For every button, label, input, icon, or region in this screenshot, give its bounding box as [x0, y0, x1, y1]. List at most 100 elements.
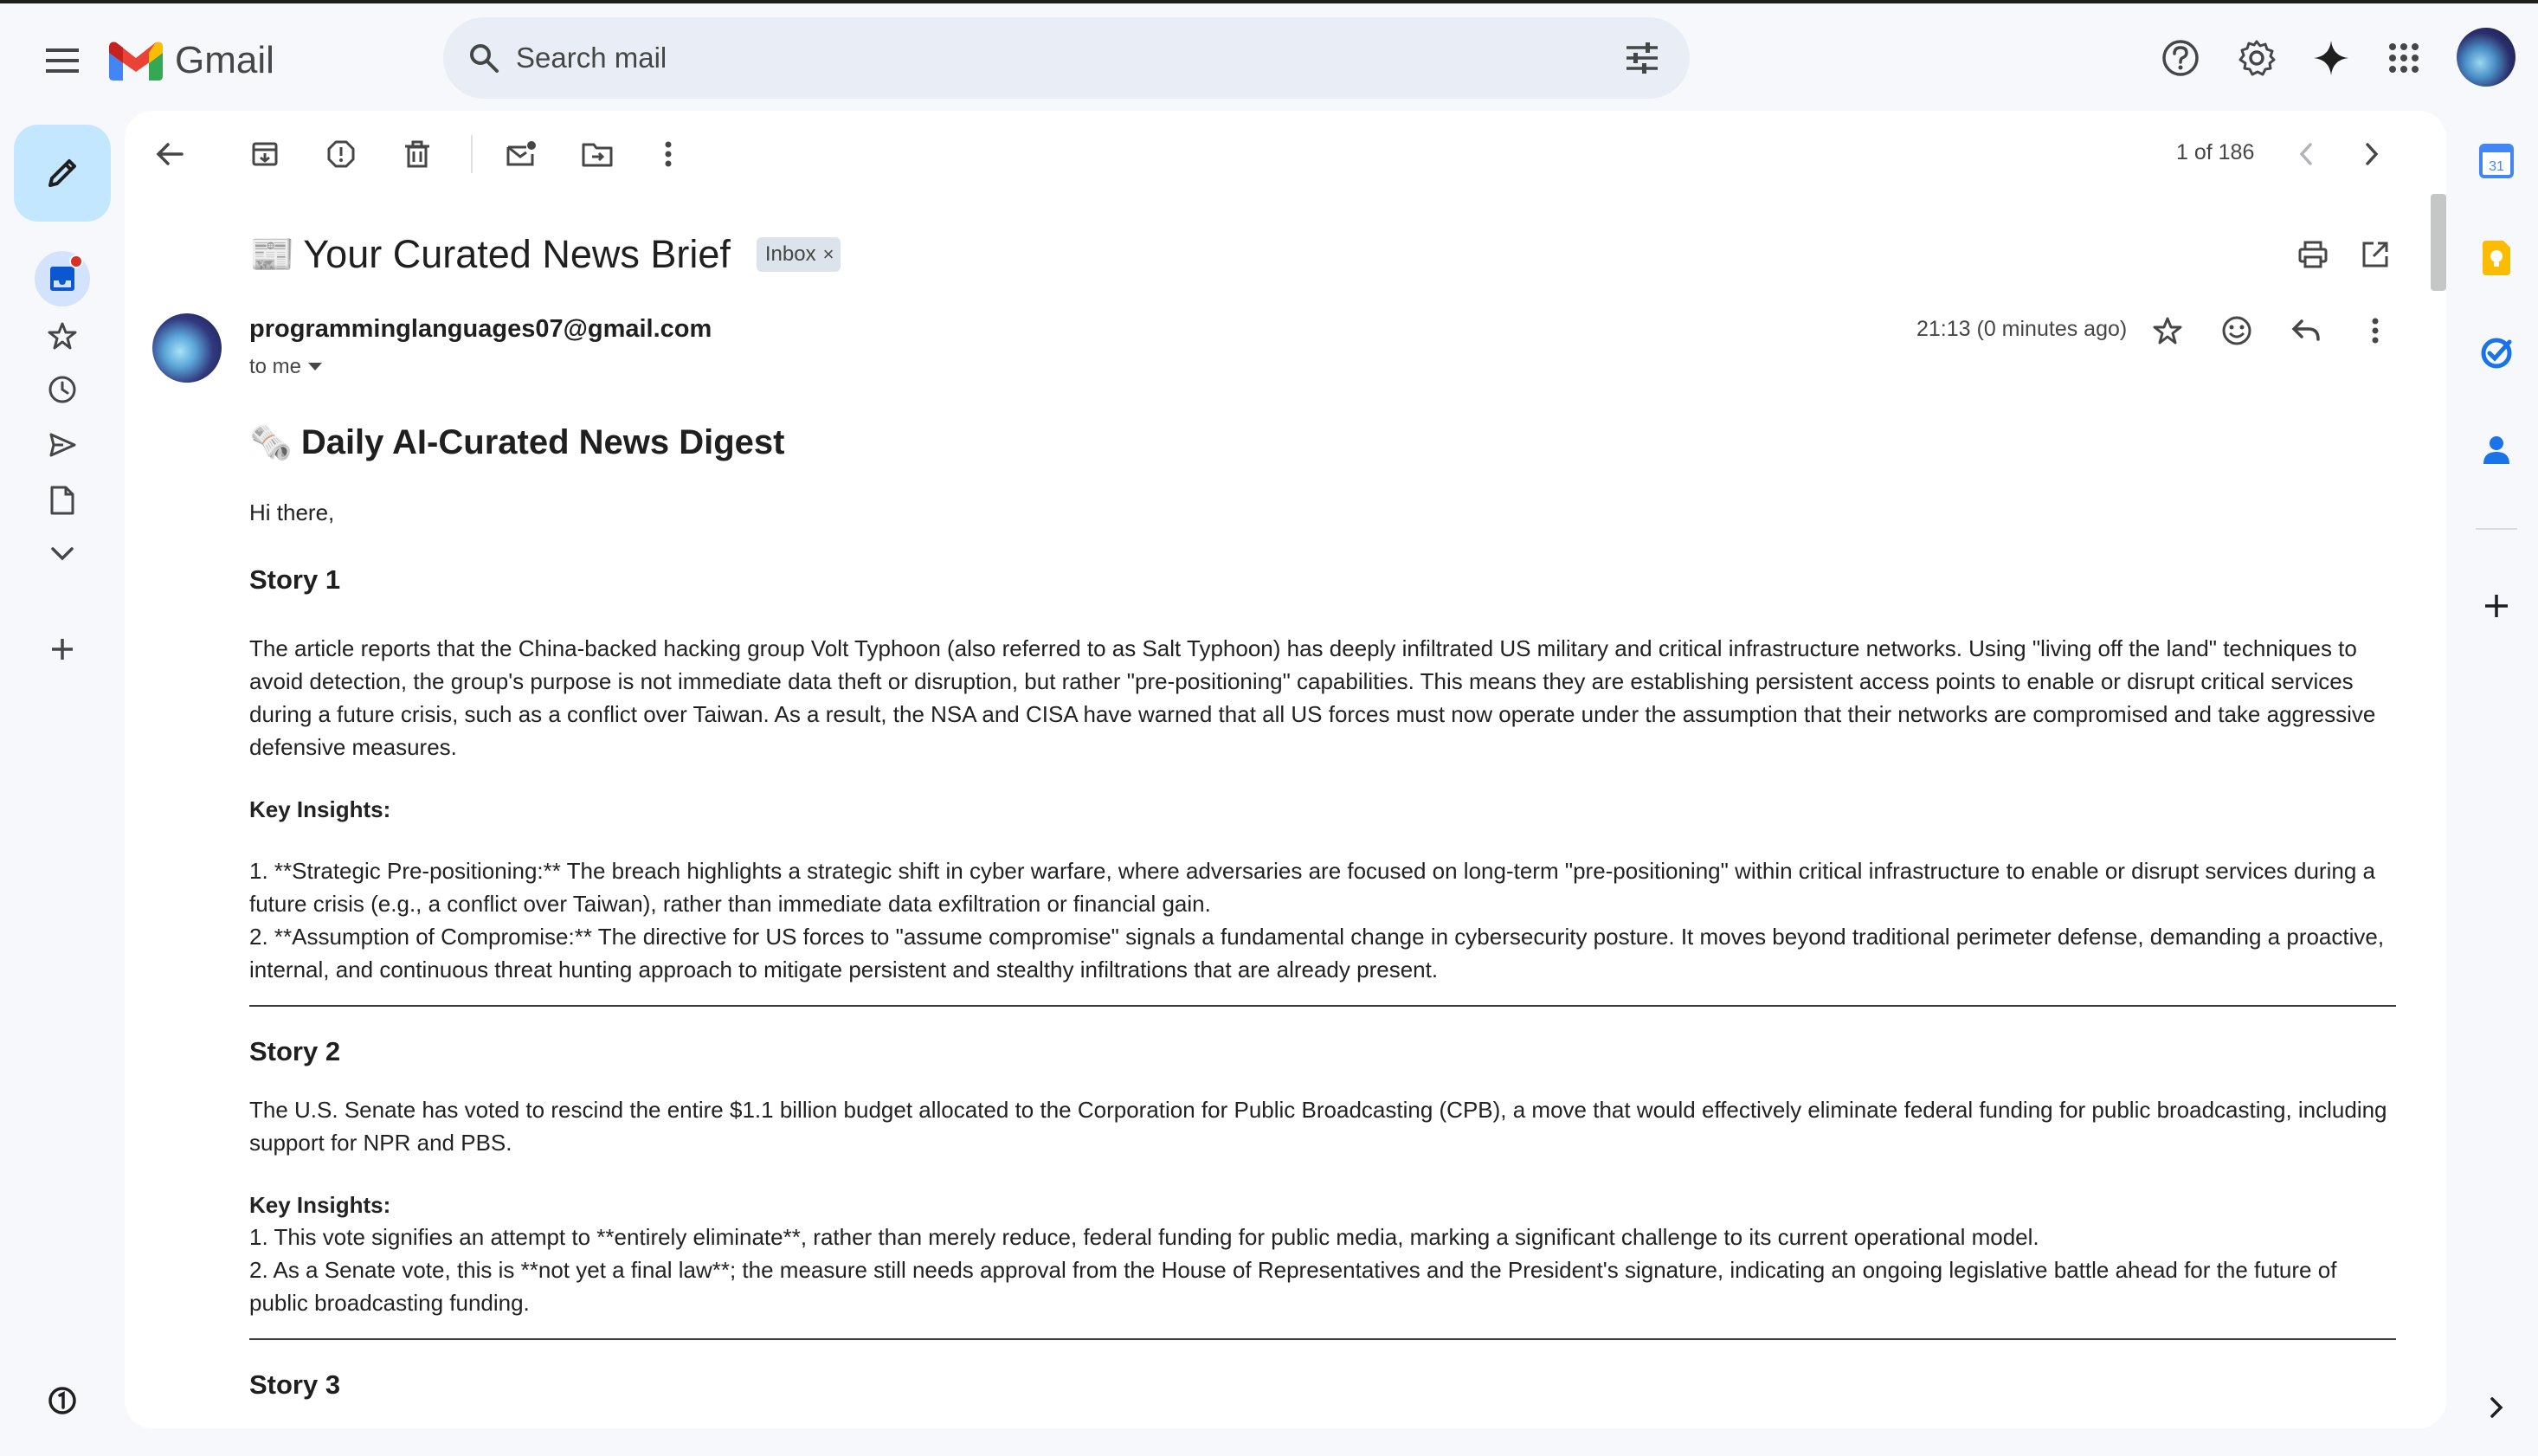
archive-button[interactable]: [237, 126, 293, 182]
calendar-app[interactable]: 31: [2470, 135, 2522, 187]
scrollbar-thumb[interactable]: [2431, 194, 2446, 291]
switch-account-button[interactable]: [35, 1373, 90, 1428]
trash-icon: [405, 140, 429, 168]
tasks-app[interactable]: [2470, 327, 2522, 379]
keep-bulb-icon: [2483, 241, 2510, 275]
clock-icon: [48, 376, 76, 403]
arrow-left-icon: [156, 143, 184, 165]
google-apps-button[interactable]: [2377, 31, 2431, 85]
plus-icon: [2485, 595, 2508, 617]
compose-button[interactable]: [14, 125, 111, 222]
gmail-m-icon: [109, 42, 163, 81]
calendar-icon: 31: [2479, 144, 2514, 178]
calendar-day: 31: [2489, 159, 2504, 174]
pencil-icon: [48, 159, 76, 187]
nav-inbox[interactable]: [35, 251, 90, 306]
chevron-right-icon: [2366, 143, 2379, 165]
sender-avatar[interactable]: [152, 313, 222, 383]
digest-heading: 🗞️ Daily AI-Curated News Digest: [249, 422, 2396, 463]
caret-down-icon: [308, 363, 323, 370]
move-to-button[interactable]: [570, 126, 625, 182]
search-bar[interactable]: [443, 17, 1690, 99]
star-button[interactable]: [2140, 303, 2195, 358]
nav-more[interactable]: [35, 526, 90, 582]
print-button[interactable]: [2285, 227, 2341, 282]
gemini-button[interactable]: [2304, 31, 2358, 85]
mark-unread-button[interactable]: [493, 126, 549, 182]
remove-label-icon[interactable]: ×: [823, 243, 834, 266]
greeting: Hi there,: [249, 499, 335, 525]
main-menu-button[interactable]: [36, 35, 88, 87]
star-icon: [48, 322, 77, 350]
account-switch-icon: [48, 1387, 76, 1414]
get-addons-button[interactable]: [2470, 580, 2522, 632]
reply-icon: [2291, 319, 2320, 341]
more-vert-icon: [665, 141, 672, 167]
back-button[interactable]: [142, 126, 197, 182]
settings-button[interactable]: [2230, 31, 2284, 85]
toolbar-divider: [471, 135, 473, 173]
app-header: Gmail: [0, 3, 2538, 111]
email-timestamp: 21:13 (0 minutes ago): [1916, 317, 2128, 341]
reply-button[interactable]: [2278, 303, 2334, 358]
contacts-person-icon: [2483, 436, 2509, 464]
key-insights-label: Key Insights:: [249, 796, 391, 822]
tasks-check-icon: [2481, 338, 2512, 369]
chevron-down-icon: [51, 547, 74, 561]
print-icon: [2298, 241, 2328, 268]
add-reaction-button[interactable]: [2209, 303, 2264, 358]
gmail-wordmark: Gmail: [175, 39, 274, 81]
nav-starred[interactable]: [35, 308, 90, 364]
story-summary: The article reports that the China-backe…: [249, 635, 2376, 760]
insight-item: 1. This vote signifies an attempt to **e…: [249, 1224, 2039, 1250]
email-subject: Your Curated News Brief: [303, 232, 731, 276]
nav-drafts[interactable]: [35, 473, 90, 528]
message-view: 1 of 186 📰 Your Curated News Brief Inbox…: [125, 111, 2446, 1428]
story-title: Story 3: [249, 1369, 341, 1400]
draft-icon: [50, 486, 74, 515]
contacts-app[interactable]: [2470, 424, 2522, 476]
unread-dot: [69, 254, 83, 268]
email-subject-row: 📰 Your Curated News Brief Inbox ×: [249, 229, 841, 280]
help-icon: [2162, 40, 2199, 76]
more-vert-icon: [2372, 318, 2379, 344]
emoji-icon: [2222, 316, 2251, 345]
story-title: Story 2: [249, 1036, 341, 1066]
search-icon[interactable]: [462, 36, 506, 80]
older-button[interactable]: [2344, 126, 2400, 182]
archive-icon: [252, 142, 278, 166]
message-more-button[interactable]: [2348, 303, 2403, 358]
key-insights-label: Key Insights:: [249, 1192, 391, 1218]
story-divider: [249, 1005, 2396, 1007]
folder-move-icon: [582, 143, 613, 167]
nav-snoozed[interactable]: [35, 362, 90, 417]
show-side-panel-button[interactable]: [2470, 1382, 2522, 1433]
insight-item: 1. **Strategic Pre-positioning:** The br…: [249, 858, 2375, 917]
sparkle-icon: [2314, 41, 2348, 75]
send-icon: [49, 433, 76, 457]
inbox-icon: [50, 267, 74, 291]
create-label-button[interactable]: [35, 622, 90, 677]
plus-icon: [52, 639, 73, 660]
delete-button[interactable]: [390, 126, 445, 182]
open-new-window-button[interactable]: [2348, 227, 2403, 282]
spam-icon: [327, 140, 355, 168]
search-options-icon[interactable]: [1620, 36, 1664, 80]
nav-sent[interactable]: [35, 417, 90, 473]
digest-title: Daily AI-Curated News Digest: [300, 423, 785, 461]
insight-item: 2. **Assumption of Compromise:** The dir…: [249, 924, 2385, 982]
gmail-logo[interactable]: Gmail: [109, 35, 274, 87]
search-input[interactable]: [516, 33, 1537, 83]
report-spam-button[interactable]: [313, 126, 369, 182]
support-button[interactable]: [2154, 31, 2207, 85]
account-avatar[interactable]: [2457, 28, 2515, 87]
chevron-right-icon: [2490, 1397, 2503, 1418]
story-summary: The U.S. Senate has voted to rescind the…: [249, 1097, 2387, 1156]
keep-app[interactable]: [2470, 232, 2522, 284]
insight-item: 2. As a Senate vote, this is **not yet a…: [249, 1257, 2337, 1316]
more-actions-button[interactable]: [641, 126, 696, 182]
newer-button[interactable]: [2278, 126, 2334, 182]
sender-address[interactable]: programminglanguages07@gmail.com: [249, 315, 712, 344]
inbox-label-chip[interactable]: Inbox ×: [756, 237, 841, 272]
recipients-toggle[interactable]: to me: [249, 355, 323, 379]
